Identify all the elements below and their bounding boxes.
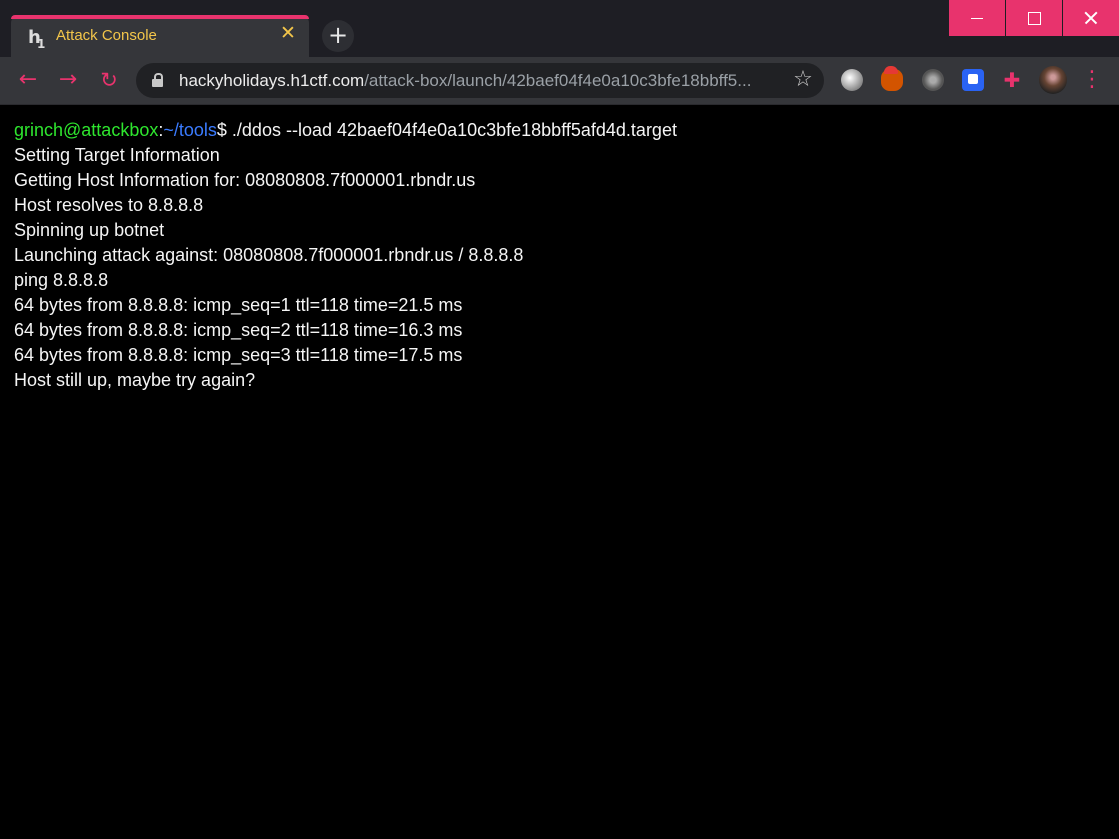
terminal-output: grinch@attackbox:~/tools$ ./ddos --load … [0,105,1119,839]
prompt-user: grinch@attackbox [14,120,159,140]
maximize-icon [1028,12,1041,25]
url-text[interactable]: hackyholidays.h1ctf.com/attack-box/launc… [179,71,779,91]
maximize-button[interactable] [1006,0,1062,36]
url-host: hackyholidays.h1ctf.com [179,71,365,90]
minimize-icon [971,18,983,19]
extension-1-icon[interactable] [841,69,863,91]
santa-hat-extension-icon[interactable] [881,66,903,91]
extension-3-icon[interactable] [922,69,944,91]
prompt-command: ./ddos --load 42baef04f4e0a10c3bfe18bbff… [226,120,677,140]
back-button[interactable]: ← [15,67,41,93]
output-line: 64 bytes from 8.8.8.8: icmp_seq=1 ttl=11… [14,295,463,315]
output-line: Launching attack against: 08080808.7f000… [14,245,524,265]
bookmark-star-icon[interactable]: ☆ [791,68,815,92]
output-line: 64 bytes from 8.8.8.8: icmp_seq=2 ttl=11… [14,320,463,340]
output-line: Host resolves to 8.8.8.8 [14,195,204,215]
tab-title: Attack Console [56,27,157,44]
puzzle-icon[interactable]: ✚ [1001,69,1023,91]
reload-button[interactable]: ↻ [96,67,122,93]
output-line: Host still up, maybe try again? [14,370,256,390]
h1-logo-icon: h1 [28,27,46,51]
tab-strip: h1 Attack Console ✕ + [0,0,1119,57]
close-window-button[interactable] [1063,0,1119,36]
new-tab-button[interactable]: + [322,20,354,52]
output-line: Spinning up botnet [14,220,165,240]
url-path: /attack-box/launch/42baef04f4e0a10c3bfe1… [364,71,752,90]
terminal-text: grinch@attackbox:~/tools$ ./ddos --load … [14,118,677,393]
output-line: Setting Target Information [14,145,220,165]
tab-attack-console[interactable]: h1 Attack Console ✕ [11,15,309,57]
minimize-button[interactable] [949,0,1005,36]
lock-icon[interactable] [152,73,163,87]
tab-accent-bar [11,15,309,19]
output-line: ping 8.8.8.8 [14,270,109,290]
profile-avatar[interactable] [1039,66,1067,94]
prompt-path: ~/tools [163,120,217,140]
extension-4-icon[interactable] [962,69,984,91]
tab-close-icon[interactable]: ✕ [279,24,297,43]
browser-toolbar: ← → ↻ hackyholidays.h1ctf.com/attack-box… [0,57,1119,105]
kebab-menu-icon[interactable]: ⋮ [1081,69,1103,91]
output-line: 64 bytes from 8.8.8.8: icmp_seq=3 ttl=11… [14,345,463,365]
address-bar[interactable]: hackyholidays.h1ctf.com/attack-box/launc… [136,63,824,98]
forward-button[interactable]: → [55,67,81,93]
output-line: Getting Host Information for: 08080808.7… [14,170,476,190]
prompt-line: grinch@attackbox:~/tools$ ./ddos --load … [14,118,677,143]
prompt-symbol: $ [216,120,227,140]
